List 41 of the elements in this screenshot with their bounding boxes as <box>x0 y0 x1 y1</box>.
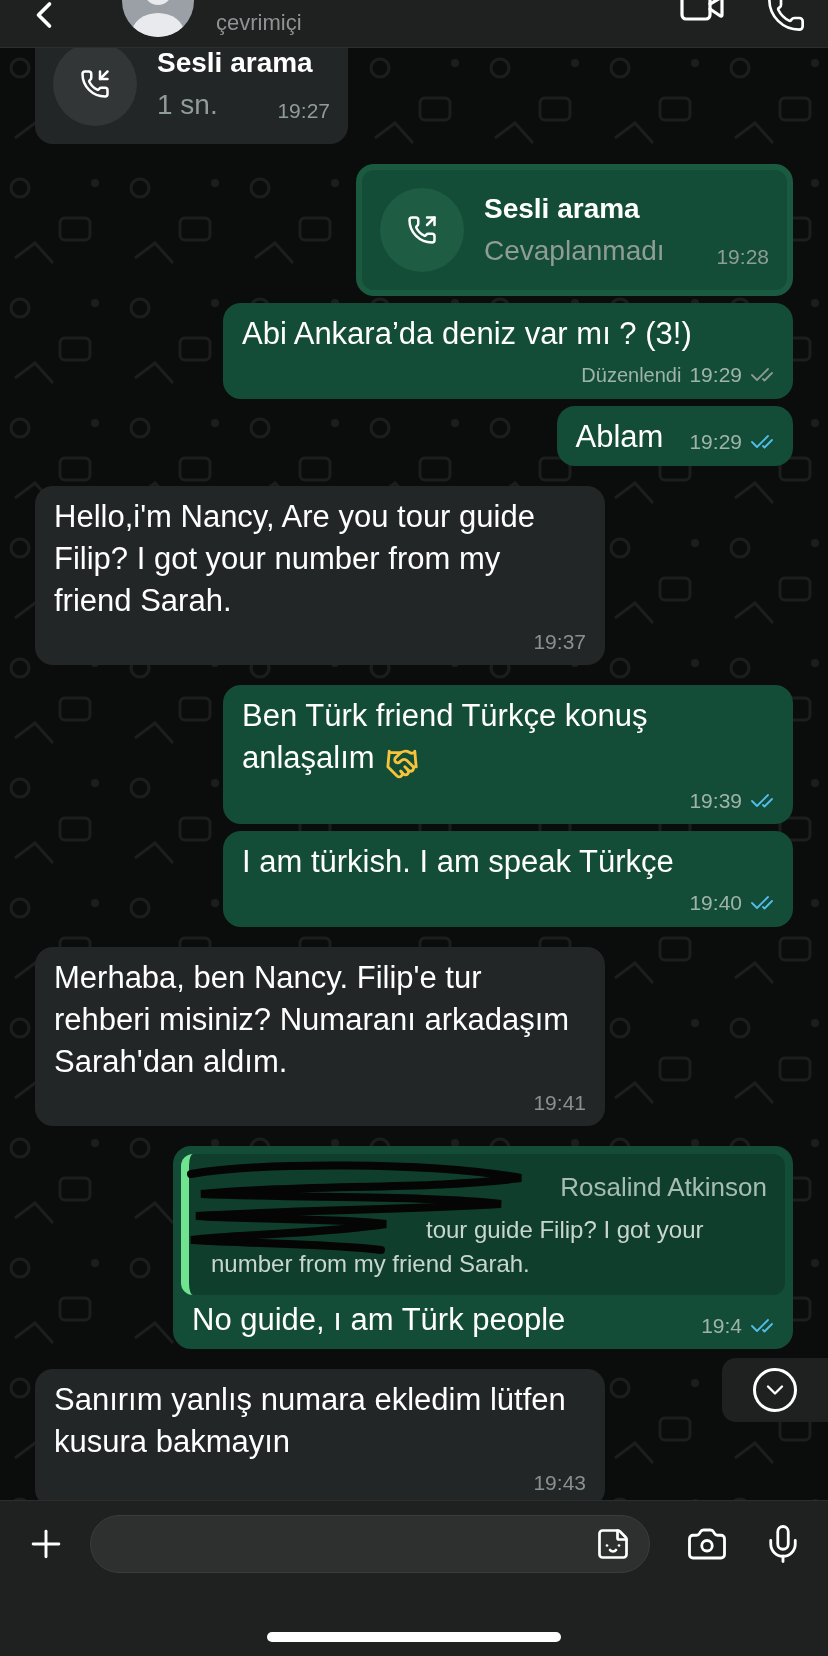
message-time: 19:29 <box>689 362 742 388</box>
message-text: Merhaba, ben Nancy. Filip'e tur rehberi misiniz? Numaranı arkadaşım Sarah'dan aldım. <box>54 959 570 1079</box>
message-bubble[interactable]: Hello,i'm Nancy, Are you tour guide Filip? I got your number from my friend Sarah. 19:37 <box>35 485 605 665</box>
call-bubble[interactable]: Sesli arama 1 sn. 19:27 <box>35 48 348 144</box>
message-text: Ben Türk friend Türkçe konuş anlaşalım <box>242 698 648 775</box>
message-bubble[interactable]: Sanırım yanlış numara ekledim lütfen kusura bakmayın 19:43 <box>35 1369 605 1500</box>
contact-status: çevrimiçi <box>216 9 302 37</box>
message-time: 19:27 <box>276 97 330 124</box>
call-detail: Cevaplanmadı <box>484 234 665 268</box>
message-bubble[interactable]: Ben Türk friend Türkçe konuş anlaşalım 19:39 <box>223 685 793 825</box>
message-time: 19:40 <box>689 890 742 917</box>
message-time: 19:4 <box>701 1312 742 1339</box>
message-text: Sanırım yanlış numara ekledim lütfen kusura bakmayın <box>54 1382 566 1460</box>
quoted-message[interactable]: Rosalind Atkinson tour guide Filip? I got your number from my friend Sarah. <box>181 1154 785 1296</box>
phone-icon[interactable] <box>766 0 806 33</box>
message-time: 19:28 <box>715 243 769 270</box>
message-text: No guide, ı am Türk people <box>192 1301 566 1340</box>
edited-label: Düzenlendi <box>581 362 682 388</box>
quote-text: tour guide Filip? I got your number from my friend Sarah. <box>211 1215 705 1280</box>
message-text: I am türkish. I am speak Türkçe <box>242 844 674 880</box>
call-detail: 1 sn. <box>157 88 218 122</box>
call-title: Sesli arama <box>484 192 641 226</box>
message-text: Ablam <box>575 418 664 454</box>
message-bubble[interactable]: I am türkish. I am speak Türkçe 19:40 <box>223 831 793 927</box>
message-bubble[interactable]: Rosalind Atkinson tour guide Filip? I got your number from my friend Sarah. No guide, ı am Türk people 19:4 <box>173 1146 793 1350</box>
message-text: Hello,i'm Nancy, Are you tour guide Filip? I got your number from my friend Sarah. <box>54 498 535 618</box>
quote-author: Rosalind Atkinson <box>560 1171 767 1205</box>
message-bubble[interactable]: Ablam 19:29 <box>556 405 793 466</box>
message-text: Abi Ankara’da deniz var mı ? (3!) <box>242 316 692 351</box>
message-time: 19:43 <box>533 1470 586 1497</box>
message-time: 19:29 <box>689 429 742 455</box>
call-title: Sesli arama <box>157 48 314 80</box>
message-time: 19:39 <box>689 787 742 814</box>
chevron-down-icon <box>753 1368 797 1412</box>
call-bubble[interactable]: Sesli arama Cevaplanmadı 19:28 <box>356 164 793 296</box>
message-bubble[interactable]: Abi Ankara’da deniz var mı ? (3!) Düzenlendi 19:29 <box>223 303 793 399</box>
message-bubble[interactable]: Merhaba, ben Nancy. Filip'e tur rehberi misiniz? Numaranı arkadaşım Sarah'dan aldım. 19:41 <box>35 946 605 1127</box>
scroll-down-button[interactable] <box>722 1358 828 1422</box>
message-time: 19:37 <box>533 628 586 655</box>
sticker-icon[interactable] <box>595 1526 631 1562</box>
message-time: 19:41 <box>533 1089 586 1116</box>
